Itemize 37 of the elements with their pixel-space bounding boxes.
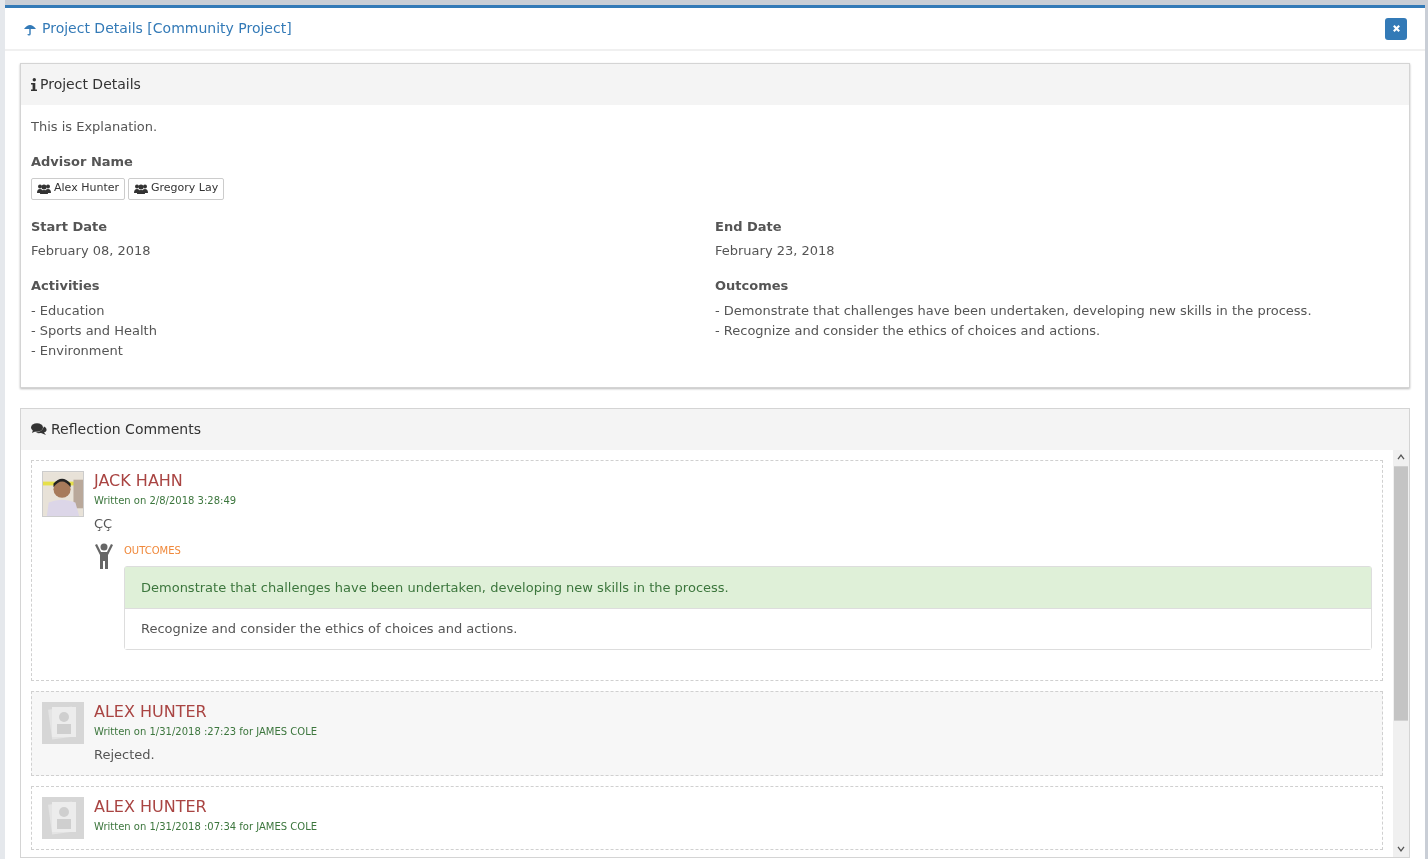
written-date: Written on 2/8/2018 3:28:49 bbox=[94, 493, 238, 508]
activity-item: - Environment bbox=[31, 341, 124, 360]
users-icon bbox=[134, 183, 148, 194]
field-label: End Date bbox=[715, 217, 783, 236]
activity-item: - Sports and Health bbox=[31, 321, 158, 340]
written-date: Written on 1/31/2018 :27:23 for JAMES COLE bbox=[94, 725, 319, 739]
outcome-row: Demonstrate that challenges have been undertaken, developing new skills in the process. bbox=[125, 567, 1371, 608]
explanation-text: This is Explanation. bbox=[31, 118, 159, 136]
field-value: February 08, 2018 bbox=[31, 242, 152, 260]
outcome-row: Recognize and consider the ethics of choices and actions. bbox=[125, 608, 1371, 649]
author-name: JACK HAHN bbox=[94, 470, 184, 491]
field-label: Activities bbox=[31, 277, 101, 295]
field-label: Outcomes bbox=[715, 277, 790, 295]
panel-title: Reflection Comments bbox=[51, 419, 201, 439]
scrollbar[interactable] bbox=[1393, 449, 1409, 857]
advisor-tag: Gregory Lay bbox=[128, 177, 225, 200]
field-value: February 23, 2018 bbox=[715, 242, 836, 260]
comment-text: Rejected. bbox=[94, 746, 156, 764]
close-icon bbox=[1391, 24, 1401, 33]
outcome-item: - Demonstrate that challenges have been undertaken, developing new skills in the process. bbox=[715, 301, 1313, 320]
written-date: Written on 1/31/2018 :07:34 for JAMES COLE bbox=[94, 819, 319, 834]
modal-title: Project Details [Community Project] bbox=[42, 19, 292, 38]
outcomes-label: OUTCOMES bbox=[124, 544, 182, 558]
field-label: Start Date bbox=[31, 217, 109, 236]
comments-icon bbox=[31, 423, 47, 435]
field-label: Advisor Name bbox=[31, 153, 134, 171]
activity-item: - Education bbox=[31, 301, 106, 320]
person-icon bbox=[94, 543, 114, 569]
close-button[interactable] bbox=[1385, 17, 1407, 40]
outcome-item: - Recognize and consider the ethics of choices and actions. bbox=[715, 321, 1102, 340]
panel-title: Project Details bbox=[40, 75, 141, 94]
users-icon bbox=[37, 183, 51, 194]
comment-text: ÇÇ bbox=[94, 514, 114, 533]
info-icon bbox=[31, 78, 37, 91]
author-name: ALEX HUNTER bbox=[94, 796, 208, 817]
advisor-tag: Alex Hunter bbox=[31, 177, 125, 200]
author-name: ALEX HUNTER bbox=[94, 702, 208, 722]
